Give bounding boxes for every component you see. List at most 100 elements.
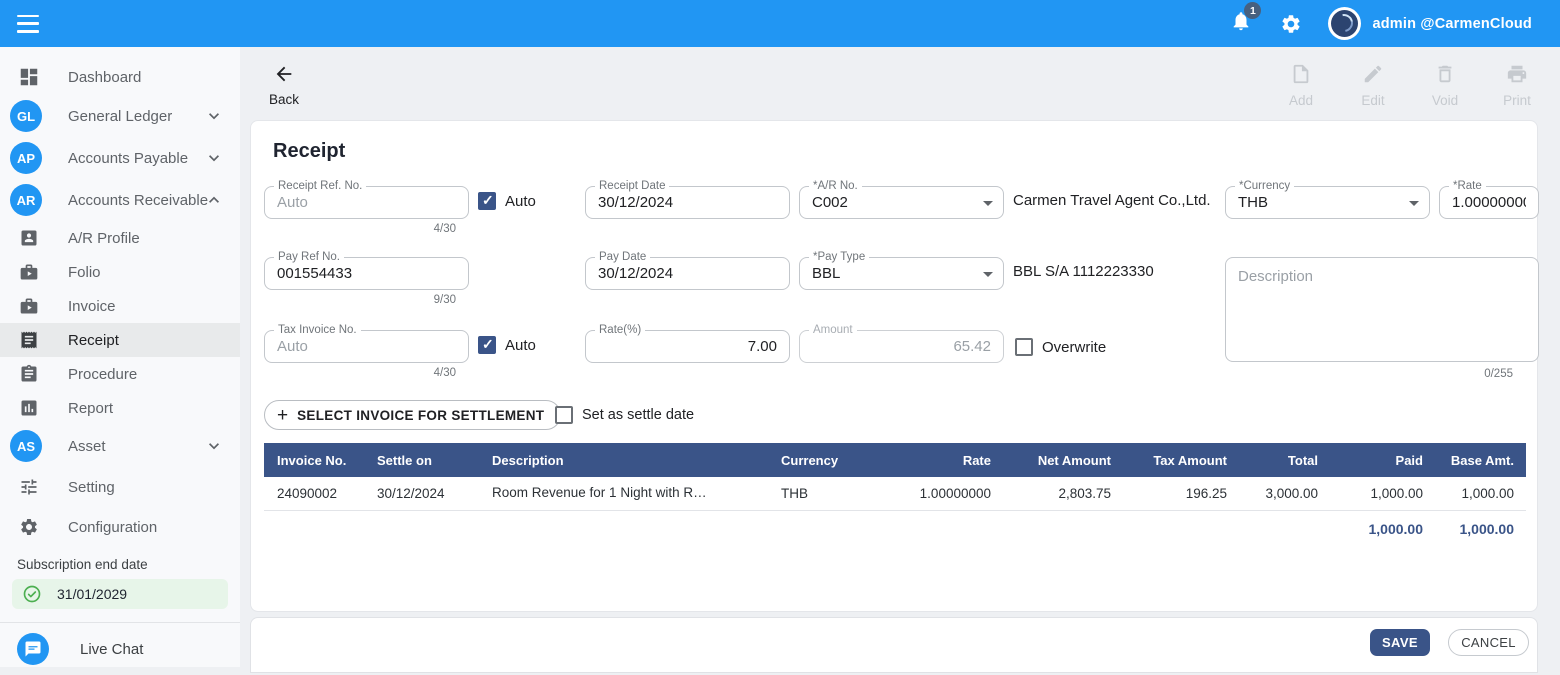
back-label: Back (260, 92, 308, 107)
add-button[interactable]: Add (1277, 63, 1325, 108)
dashboard-icon (17, 66, 41, 88)
pay-type-field: *Pay Type (799, 257, 1004, 290)
select-invoice-button[interactable]: + SELECT INVOICE FOR SETTLEMENT (264, 400, 561, 430)
cell-currency: THB (781, 486, 891, 501)
sidebar-item-folio[interactable]: Folio (0, 255, 240, 289)
printer-icon (1506, 63, 1528, 85)
total-paid: 1,000.00 (1318, 521, 1423, 537)
sidebar-item-accounts-receivable[interactable]: AR Accounts Receivable (0, 179, 240, 221)
subscription-date: 31/01/2029 (57, 586, 127, 602)
settle-date-checkbox[interactable] (555, 406, 573, 424)
ar-no-label: *A/R No. (809, 180, 862, 192)
tax-invoice-field: Tax Invoice No. (264, 330, 469, 363)
receipt-card: Receipt Receipt Ref. No. 4/30 Auto Recei… (250, 120, 1538, 612)
sidebar-item-configuration[interactable]: Configuration (0, 507, 240, 547)
sidebar-item-dashboard[interactable]: Dashboard (0, 59, 240, 95)
vat-rate-label: Rate(%) (595, 324, 645, 336)
receipt-ref-label: Receipt Ref. No. (274, 180, 366, 192)
sidebar-item-invoice[interactable]: Invoice (0, 289, 240, 323)
receipt-ref-auto-checkbox[interactable] (478, 192, 496, 210)
sidebar-item-procedure[interactable]: Procedure (0, 357, 240, 391)
cell-tax-amount: 196.25 (1111, 486, 1227, 501)
notification-badge: 1 (1244, 2, 1261, 19)
pay-type-info-text: BBL S/A 1112223330 (1013, 263, 1154, 280)
ar-name-text: Carmen Travel Agent Co.,Ltd. (1013, 192, 1211, 209)
sidebar-item-general-ledger[interactable]: GL General Ledger (0, 95, 240, 137)
ar-no-field: *A/R No. (799, 186, 1004, 219)
rate-label: *Rate (1449, 180, 1486, 192)
sidebar-item-receipt[interactable]: Receipt (0, 323, 240, 357)
sidebar-item-ar-profile[interactable]: A/R Profile (0, 221, 240, 255)
top-bar: 1 admin @CarmenCloud (0, 0, 1560, 47)
check-circle-icon (22, 584, 42, 604)
sidebar-item-label: Configuration (68, 519, 157, 536)
pay-type-label: *Pay Type (809, 251, 869, 263)
receipt-ref-field: Receipt Ref. No. (264, 186, 469, 219)
tax-invoice-auto-checkbox[interactable] (478, 336, 496, 354)
settings-icon[interactable] (1280, 13, 1302, 35)
sidebar-item-accounts-payable[interactable]: AP Accounts Payable (0, 137, 240, 179)
table-totals-row: 1,000.00 1,000.00 (264, 511, 1526, 547)
sidebar-item-label: Asset (68, 438, 106, 455)
sidebar-item-label: Receipt (68, 332, 119, 349)
notifications-button[interactable]: 1 (1230, 10, 1252, 37)
cell-description: Room Revenue for 1 Night with R… (492, 485, 781, 503)
user-name: admin @CarmenCloud (1372, 16, 1532, 32)
arrow-left-icon (273, 63, 295, 85)
chat-icon (17, 633, 49, 665)
table-header-row: Invoice No. Settle on Description Curren… (264, 443, 1526, 477)
cell-paid: 1,000.00 (1318, 486, 1423, 501)
description-textarea[interactable] (1226, 258, 1538, 361)
sidebar-item-setting[interactable]: Setting (0, 467, 240, 507)
chevron-down-icon (204, 436, 224, 456)
table-row[interactable]: 24090002 30/12/2024 Room Revenue for 1 N… (264, 477, 1526, 511)
cancel-button[interactable]: CANCEL (1448, 629, 1529, 656)
menu-icon[interactable] (17, 15, 39, 33)
plus-icon: + (277, 406, 288, 425)
live-chat-label: Live Chat (80, 641, 143, 658)
edit-button[interactable]: Edit (1349, 63, 1397, 108)
overwrite-checkbox[interactable] (1015, 338, 1033, 356)
pay-date-label: Pay Date (595, 251, 650, 263)
cell-base-amt: 1,000.00 (1423, 486, 1526, 501)
col-invoice-no: Invoice No. (264, 453, 377, 468)
main-area: Back Add Edit Void Print Receipt Receipt… (240, 47, 1560, 667)
tax-invoice-label: Tax Invoice No. (274, 324, 361, 336)
tax-invoice-auto-label: Auto (505, 337, 536, 354)
sidebar-item-label: Accounts Receivable (68, 192, 208, 209)
pay-ref-counter: 9/30 (264, 294, 469, 306)
footer-action-bar: SAVE CANCEL (250, 617, 1538, 673)
ar-avatar: AR (10, 184, 42, 216)
col-net-amount: Net Amount (991, 453, 1111, 468)
profile-icon (17, 228, 41, 248)
void-button[interactable]: Void (1421, 63, 1469, 108)
description-field (1225, 257, 1539, 362)
vat-rate-field: Rate(%) (585, 330, 790, 363)
sidebar-item-label: Setting (68, 479, 115, 496)
total-base-amt: 1,000.00 (1423, 521, 1526, 537)
print-button[interactable]: Print (1493, 63, 1541, 108)
sidebar-item-label: Dashboard (68, 69, 141, 86)
tax-invoice-counter: 4/30 (264, 367, 469, 379)
settle-date-label: Set as settle date (582, 407, 694, 423)
gear-icon (17, 517, 41, 537)
cell-rate: 1.00000000 (891, 486, 991, 501)
sidebar-item-asset[interactable]: AS Asset (0, 425, 240, 467)
edit-label: Edit (1349, 93, 1397, 108)
folio-icon (17, 262, 41, 282)
col-description: Description (492, 453, 781, 468)
sidebar-item-label: Accounts Payable (68, 150, 188, 167)
as-avatar: AS (10, 430, 42, 462)
col-total: Total (1227, 453, 1318, 468)
avatar[interactable] (1328, 7, 1361, 40)
cell-total: 3,000.00 (1227, 486, 1318, 501)
save-button[interactable]: SAVE (1370, 629, 1430, 656)
record-toolbar: Add Edit Void Print (1277, 63, 1541, 108)
add-label: Add (1277, 93, 1325, 108)
live-chat-button[interactable]: Live Chat (0, 623, 240, 675)
currency-label: *Currency (1235, 180, 1294, 192)
subscription-date-pill: 31/01/2029 (12, 579, 228, 609)
sidebar-item-report[interactable]: Report (0, 391, 240, 425)
back-button[interactable]: Back (260, 63, 308, 107)
overwrite-label: Overwrite (1042, 339, 1106, 356)
